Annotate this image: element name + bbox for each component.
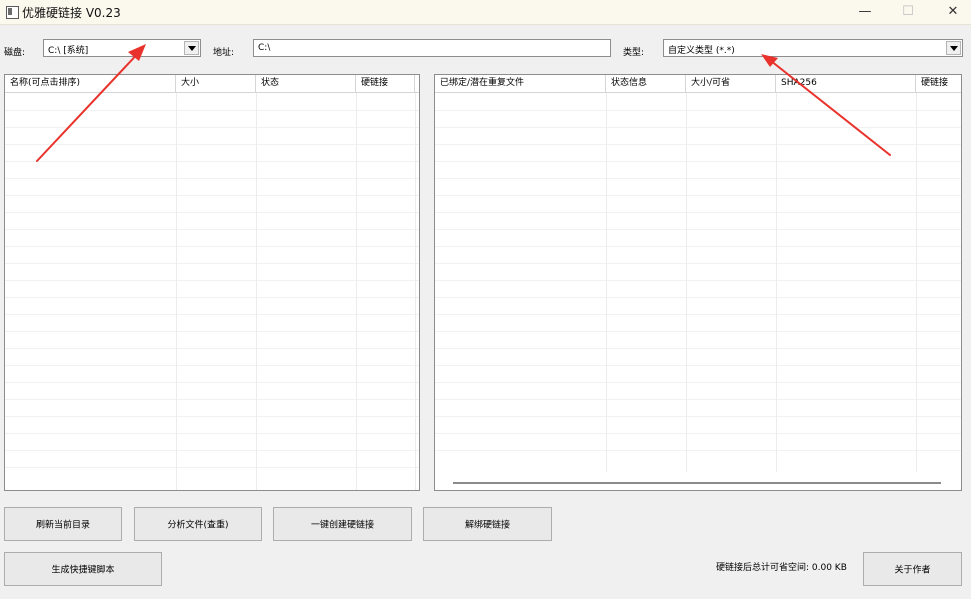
column-divider	[415, 93, 416, 490]
column-divider	[256, 93, 257, 490]
column-status[interactable]: 状态	[256, 75, 356, 92]
column-divider	[356, 93, 357, 490]
row-separator	[435, 178, 961, 179]
window-title: 优雅硬链接 V0.23	[22, 6, 121, 20]
about-button[interactable]: 关于作者	[863, 552, 962, 586]
column-divider	[606, 93, 607, 472]
row-separator	[435, 331, 961, 332]
column-hardlink[interactable]: 硬链接	[916, 75, 961, 92]
row-separator	[435, 297, 961, 298]
row-separator	[435, 195, 961, 196]
refresh-button[interactable]: 刷新当前目录	[4, 507, 122, 541]
title-bar: 优雅硬链接 V0.23 — ☐ ✕	[0, 0, 971, 25]
unlink-button[interactable]: 解绑硬链接	[423, 507, 552, 541]
address-value: C:\	[258, 43, 271, 53]
analyze-button-label: 分析文件(查重)	[167, 520, 229, 531]
row-separator	[435, 382, 961, 383]
column-divider	[686, 93, 687, 472]
duplicate-list-body	[435, 93, 961, 490]
generate-script-button[interactable]: 生成快捷键脚本	[4, 552, 162, 586]
row-separator	[435, 110, 961, 111]
minimize-icon[interactable]: —	[852, 3, 878, 21]
disk-label: 磁盘:	[4, 48, 26, 58]
column-size[interactable]: 大小	[176, 75, 256, 92]
file-list-header: 名称(可点击排序) 大小 状态 硬链接	[5, 75, 419, 93]
refresh-button-label: 刷新当前目录	[35, 520, 90, 531]
generate-script-button-label: 生成快捷键脚本	[51, 565, 115, 576]
row-separator	[435, 127, 961, 128]
create-hardlinks-button[interactable]: 一键创建硬链接	[273, 507, 412, 541]
row-separator	[435, 348, 961, 349]
column-status-info[interactable]: 状态信息	[606, 75, 686, 92]
type-select[interactable]: 自定义类型 (*.*)	[663, 39, 963, 57]
row-separator	[435, 314, 961, 315]
column-divider	[176, 93, 177, 490]
address-label: 地址:	[213, 48, 235, 58]
row-separator	[435, 144, 961, 145]
column-sha256[interactable]: SHA256	[776, 75, 916, 92]
row-separator	[435, 263, 961, 264]
type-label: 类型:	[623, 48, 645, 58]
row-separator	[435, 433, 961, 434]
row-separator	[435, 161, 961, 162]
chevron-down-icon[interactable]	[946, 41, 961, 55]
horizontal-scrollbar[interactable]	[453, 482, 941, 484]
row-separator	[435, 229, 961, 230]
column-name[interactable]: 名称(可点击排序)	[5, 75, 176, 92]
unlink-button-label: 解绑硬链接	[464, 520, 510, 531]
chevron-down-icon[interactable]	[184, 41, 199, 55]
create-hardlinks-button-label: 一键创建硬链接	[310, 520, 374, 531]
disk-select[interactable]: C:\ [系统]	[43, 39, 201, 57]
row-separator	[435, 280, 961, 281]
row-separator	[435, 399, 961, 400]
row-separator	[435, 365, 961, 366]
analyze-button[interactable]: 分析文件(查重)	[134, 507, 262, 541]
address-input[interactable]: C:\	[253, 39, 611, 57]
column-bound-files[interactable]: 已绑定/潜在重复文件	[435, 75, 606, 92]
app-icon	[6, 6, 19, 19]
type-select-value: 自定义类型 (*.*)	[668, 46, 735, 56]
close-icon[interactable]: ✕	[940, 3, 966, 21]
duplicate-list-header: 已绑定/潜在重复文件 状态信息 大小/可省 SHA256 硬链接	[435, 75, 961, 93]
maximize-icon[interactable]: ☐	[895, 3, 921, 21]
row-separator	[435, 246, 961, 247]
column-size-saving[interactable]: 大小/可省	[686, 75, 776, 92]
column-hardlink[interactable]: 硬链接	[356, 75, 415, 92]
row-separator	[435, 416, 961, 417]
column-divider	[776, 93, 777, 472]
column-divider	[916, 93, 917, 472]
disk-select-value: C:\ [系统]	[48, 46, 89, 56]
savings-status: 硬链接后总计可省空间: 0.00 KB	[716, 563, 847, 573]
about-button-label: 关于作者	[894, 565, 931, 576]
row-separator	[435, 212, 961, 213]
file-list[interactable]: 名称(可点击排序) 大小 状态 硬链接	[4, 74, 420, 491]
row-separator	[435, 450, 961, 451]
duplicate-list[interactable]: 已绑定/潜在重复文件 状态信息 大小/可省 SHA256 硬链接	[434, 74, 962, 491]
